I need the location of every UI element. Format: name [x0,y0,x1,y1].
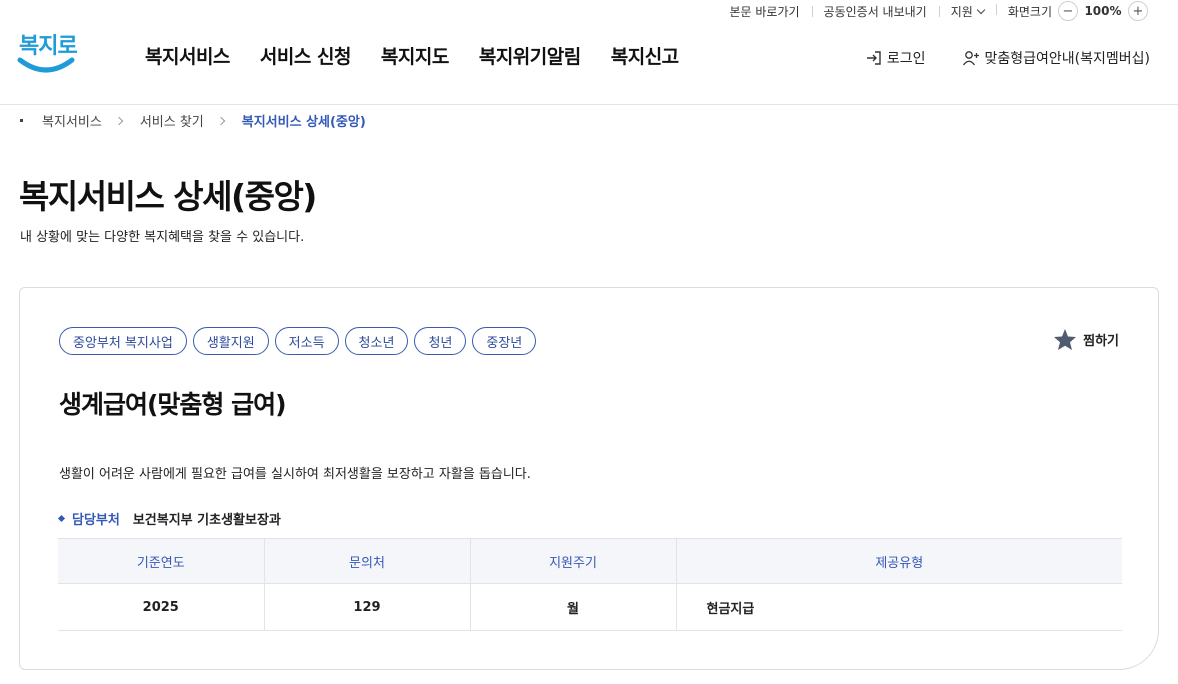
chevron-right-icon [216,116,225,125]
tag-young-adult[interactable]: 청년 [414,327,467,355]
service-tags: 중앙부처 복지사업 생활지원 저소득 청소년 청년 중장년 [59,327,537,355]
nav-item-report[interactable]: 복지신고 [611,42,679,69]
breadcrumb-home-dot [20,119,23,122]
tag-central-ministry[interactable]: 중앙부처 복지사업 [59,327,187,355]
main-nav: 복지서비스 서비스 신청 복지지도 복지위기알림 복지신고 [145,42,679,69]
table-cell-base-year: 2025 [58,583,264,631]
tag-living-support[interactable]: 생활지원 [192,327,269,355]
service-card: 중앙부처 복지사업 생활지원 저소득 청소년 청년 중장년 찜하기 생계급여(맞… [19,287,1159,670]
certificate-export-link[interactable]: 공동인증서 내보내기 [811,3,939,20]
nav-item-service-apply[interactable]: 서비스 신청 [260,42,352,69]
page-title: 복지서비스 상세(중앙) [19,177,317,216]
header-divider [0,104,1178,105]
nav-item-welfare-map[interactable]: 복지지도 [381,42,449,69]
table-cell-support-cycle: 월 [469,583,676,631]
user-add-icon [962,51,979,66]
support-label: 지원 [950,4,973,19]
zoom-value: 100% [1084,4,1122,18]
table-header-support-cycle: 지원주기 [469,538,676,584]
department-label: 담당부처 [72,513,120,528]
breadcrumb: 복지서비스 서비스 찾기 복지서비스 상세(중앙) [20,111,366,130]
zoom-label: 화면크기 [1007,4,1052,19]
chevron-right-icon [114,116,124,125]
breadcrumb-item-service-find[interactable]: 서비스 찾기 [140,111,204,130]
tag-low-income[interactable]: 저소득 [274,327,339,355]
department-info: 담당부처 보건복지부 기초생활보장과 [57,509,281,528]
table-row: 2025 129 월 현금지급 [58,583,1122,631]
service-description: 생활이 어려운 사람에게 필요한 급여를 실시하여 최저생활을 보장하고 자활을… [59,467,531,482]
nav-item-welfare-service[interactable]: 복지서비스 [145,42,230,69]
diamond-bullet-icon [57,514,66,523]
tag-youth[interactable]: 청소년 [344,327,409,355]
nav-item-crisis-alert[interactable]: 복지위기알림 [479,42,581,69]
tag-middle-aged[interactable]: 중장년 [472,327,537,355]
table-cell-contact: 129 [263,583,470,631]
membership-button[interactable]: 맞춤형급여안내(복지멤버십) [962,48,1150,68]
service-title: 생계급여(맞춤형 급여) [59,390,287,419]
table-header-provision-type: 제공유형 [675,538,1122,584]
department-value: 보건복지부 기초생활보장과 [132,513,281,528]
table-header-contact: 문의처 [263,538,470,584]
login-label: 로그인 [886,51,926,67]
zoom-in-button[interactable]: + [1128,1,1148,21]
login-icon [866,51,881,65]
zoom-out-button[interactable]: − [1058,1,1078,21]
favorite-label: 찜하기 [1083,334,1119,349]
service-info-table: 기준연도 문의처 지원주기 제공유형 2025 129 월 현금지급 [58,538,1122,631]
skip-to-content-link[interactable]: 본문 바로가기 [717,3,811,20]
star-icon [1054,329,1077,350]
table-cell-provision-type: 현금지급 [675,583,1122,631]
utility-bar: 본문 바로가기 공동인증서 내보내기 지원 화면크기 − 100% + [717,0,1178,22]
logo-smile-icon [17,57,75,73]
login-button[interactable]: 로그인 [866,48,926,68]
page-subtitle: 내 상황에 맞는 다양한 복지혜택을 찾을 수 있습니다. [20,230,305,245]
chevron-down-icon [976,5,986,14]
header-actions: 로그인 맞춤형급여안내(복지멤버십) [866,48,1150,68]
table-header-row: 기준연도 문의처 지원주기 제공유형 [58,538,1122,584]
table-header-base-year: 기준연도 [58,538,264,584]
membership-label: 맞춤형급여안내(복지멤버십) [984,51,1150,67]
zoom-control: 화면크기 − 100% + [995,1,1160,21]
breadcrumb-item-welfare-service[interactable]: 복지서비스 [42,111,102,130]
breadcrumb-item-current: 복지서비스 상세(중앙) [241,115,366,130]
favorite-button[interactable]: 찜하기 [1053,328,1119,351]
site-logo[interactable]: 복지로 [17,28,78,80]
support-dropdown[interactable]: 지원 [938,3,996,20]
